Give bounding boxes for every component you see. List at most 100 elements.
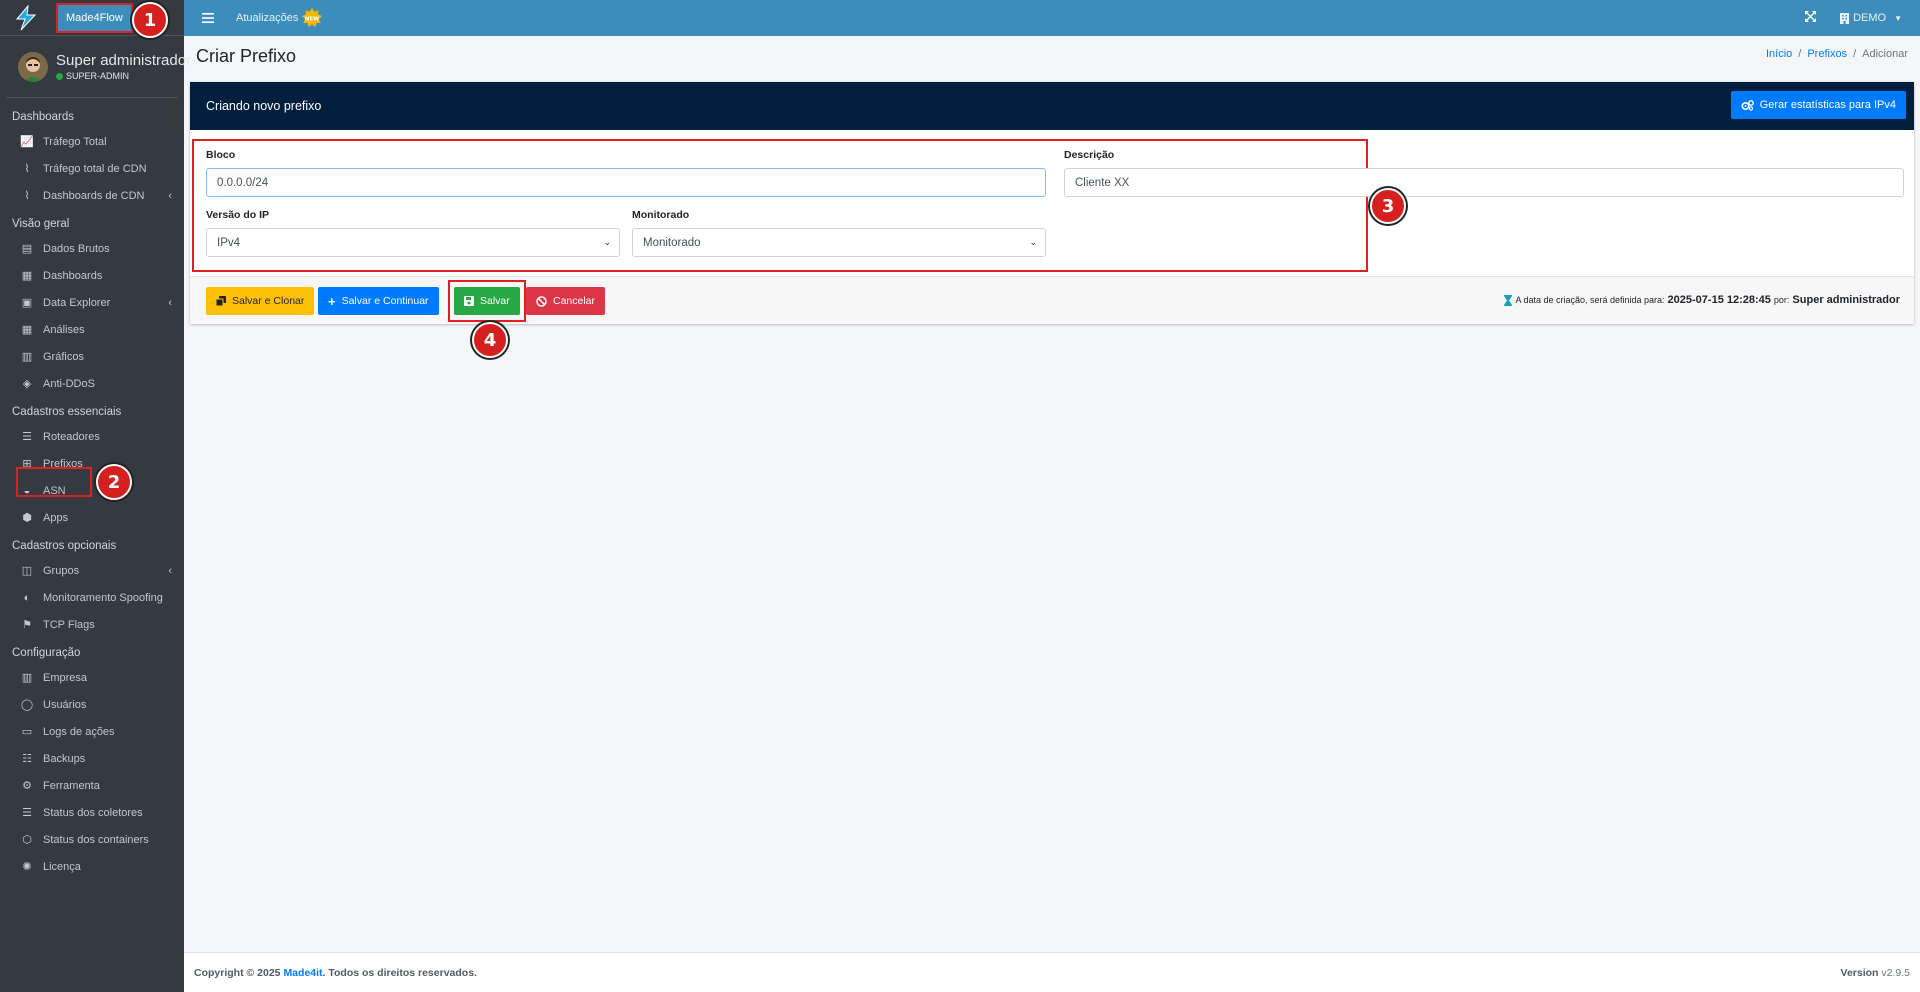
sidebar-item-trafego-total[interactable]: 📈 Tráfego Total (0, 128, 184, 155)
monitorado-value: Monitorado (643, 236, 701, 249)
fullscreen-icon[interactable] (1805, 11, 1817, 25)
sidebar-item-label: Licença (43, 860, 81, 873)
sidebar-item-dashboards[interactable]: ▦ Dashboards (0, 262, 184, 289)
versao-ip-select[interactable]: IPv4 ⌄ (206, 228, 620, 257)
broadcast-tower-icon: ⌇ (24, 190, 30, 202)
page-footer: Copyright © 2025 Made4it . Todos os dire… (184, 952, 1920, 992)
building-icon: ▥ (21, 672, 33, 684)
creation-datetime: 2025-07-15 12:28:45 (1667, 294, 1771, 306)
cubes-icon: ⬡ (22, 834, 32, 846)
sidebar-item-label: Tráfego Total (43, 135, 107, 148)
made4flow-logo-icon[interactable] (12, 4, 40, 32)
card-title: Criando novo prefixo (206, 99, 322, 113)
sidebar-item-usuarios[interactable]: ◯ Usuários (0, 691, 184, 718)
cube-icon: ⬢ (22, 512, 32, 524)
generate-stats-label: Gerar estatísticas para IPv4 (1759, 99, 1896, 111)
descricao-label: Descrição (1064, 149, 1115, 161)
footer-version: Version v2.9.5 (1841, 967, 1910, 979)
sidebar-item-grupos[interactable]: ◫ Grupos ‹ (0, 557, 184, 584)
save-clone-button[interactable]: Salvar e Clonar (206, 287, 315, 315)
building-icon (1840, 12, 1850, 24)
sidebar-item-backups[interactable]: ☷ Backups (0, 745, 184, 772)
sidebar-item-anti-ddos[interactable]: ◈ Anti-DDoS (0, 370, 184, 397)
user-icon: ◯ (20, 699, 34, 711)
sidebar-item-licenca[interactable]: ✺ Licença (0, 853, 184, 880)
sidebar-item-status-dos-coletores[interactable]: ☰ Status dos coletores (0, 799, 184, 826)
sidebar-item-label: Usuários (43, 698, 87, 711)
create-prefix-card: Criando novo prefixo Gerar estatísticas … (190, 82, 1914, 324)
sidebar-item-data-explorer[interactable]: ▣ Data Explorer ‹ (0, 289, 184, 316)
account-dropdown[interactable]: DEMO ▼ (1840, 12, 1902, 24)
top-navbar: Atualizações NEW DEMO ▼ (184, 0, 1920, 36)
updates-link[interactable]: Atualizações NEW (236, 7, 323, 29)
cog-icon: ⚙ (22, 780, 32, 792)
chevron-down-icon: ⌄ (603, 237, 611, 247)
nav-header: Cadastros opcionais (12, 540, 117, 552)
chevron-down-icon: ⌄ (1029, 237, 1037, 247)
sidebar-item-label: Dados Brutos (43, 242, 110, 255)
sidebar-item-roteadores[interactable]: ☰ Roteadores (0, 423, 184, 450)
creation-prefix: A data de criação, será definida para: (1515, 295, 1665, 305)
hamburger-menu-icon[interactable] (202, 10, 218, 26)
user-panel[interactable]: Super administrador SUPER-ADMIN (6, 36, 191, 98)
ban-icon (536, 295, 547, 307)
sidebar-item-label: TCP Flags (43, 618, 95, 631)
prefixos-highlight-box (16, 467, 92, 497)
monitorado-select[interactable]: Monitorado ⌄ (632, 228, 1046, 257)
sidebar-item-monitoramento-spoofing[interactable]: ◐ Monitoramento Spoofing (0, 584, 184, 611)
footer-copyright: Copyright © 2025 (194, 966, 281, 979)
sidebar-item-label: Dashboards (43, 269, 103, 282)
sidebar-item-label: Roteadores (43, 430, 100, 443)
save-continue-button[interactable]: + Salvar e Continuar (318, 287, 439, 315)
chart-bar-icon: ▥ (21, 351, 33, 363)
user-name[interactable]: Super administrador (56, 52, 191, 69)
chart-line-icon: 📈 (20, 136, 34, 148)
creation-info: A data de criação, será definida para: 2… (1504, 294, 1900, 306)
chevron-left-icon: ‹ (168, 296, 172, 309)
sidebar-item-label: Monitoramento Spoofing (43, 591, 163, 604)
sidebar-item-label: Apps (43, 511, 69, 524)
form-body: Bloco 0.0.0.0/24 Descrição Cliente XX Ve… (190, 130, 1914, 276)
user-role-label: SUPER-ADMIN (66, 71, 130, 81)
sidebar-item-dados-brutos[interactable]: ▤ Dados Brutos (0, 235, 184, 262)
shield-icon: ◈ (22, 378, 32, 390)
sidebar-item-dashboards-de-cdn[interactable]: ⌇ Dashboards de CDN ‹ (0, 182, 184, 209)
sidebar-item-apps[interactable]: ⬢ Apps (0, 504, 184, 531)
sidebar-item-graficos[interactable]: ▥ Gráficos (0, 343, 184, 370)
sidebar-item-trafego-total-de-cdn[interactable]: ⌇ Tráfego total de CDN (0, 155, 184, 182)
cancel-button[interactable]: Cancelar (526, 287, 606, 315)
breadcrumb-separator: / (1798, 48, 1802, 60)
sidebar-item-label: Status dos coletores (43, 806, 143, 819)
sidebar-item-ferramenta[interactable]: ⚙ Ferramenta (0, 772, 184, 799)
breadcrumb: Início / Prefixos / Adicionar (1766, 48, 1908, 60)
creation-by: por: (1773, 295, 1790, 305)
save-clone-label: Salvar e Clonar (232, 295, 305, 307)
layer-group-icon: ◫ (21, 565, 33, 577)
sidebar-item-analises[interactable]: ▦ Análises (0, 316, 184, 343)
generate-stats-button[interactable]: Gerar estatísticas para IPv4 (1730, 91, 1906, 119)
svg-text:NEW: NEW (305, 16, 319, 22)
card-footer: Salvar e Clonar + Salvar e Continuar Sal… (190, 276, 1914, 324)
descricao-input[interactable]: Cliente XX (1064, 168, 1904, 197)
sidebar-item-status-dos-containers[interactable]: ⬡ Status dos containers (0, 826, 184, 853)
version-value: v2.9.5 (1881, 966, 1910, 979)
sidebar-item-label: Data Explorer (43, 296, 111, 309)
user-role: SUPER-ADMIN (56, 71, 191, 81)
breadcrumb-home[interactable]: Início (1766, 48, 1792, 60)
version-label: Version (1840, 966, 1879, 979)
sidebar-item-empresa[interactable]: ▥ Empresa (0, 664, 184, 691)
sidebar-item-label: Logs de ações (43, 725, 115, 738)
sidebar-item-label: Tráfego total de CDN (43, 162, 147, 175)
breadcrumb-prefixos[interactable]: Prefixos (1807, 48, 1847, 60)
nav-header: Configuração (12, 647, 81, 659)
sidebar-item-logs-de-acoes[interactable]: ▭ Logs de ações (0, 718, 184, 745)
footer-company-link[interactable]: Made4it (283, 967, 322, 979)
account-label: DEMO (1853, 12, 1887, 24)
file-icon: ▤ (21, 243, 33, 255)
bloco-input[interactable]: 0.0.0.0/24 (206, 168, 1046, 197)
sidebar-item-tcp-flags[interactable]: ⚑ TCP Flags (0, 611, 184, 638)
avatar[interactable] (18, 51, 48, 82)
save-button[interactable]: Salvar (454, 287, 520, 315)
made4flow-button[interactable]: Made4Flow (56, 3, 133, 33)
versao-ip-label: Versão do IP (206, 209, 270, 221)
